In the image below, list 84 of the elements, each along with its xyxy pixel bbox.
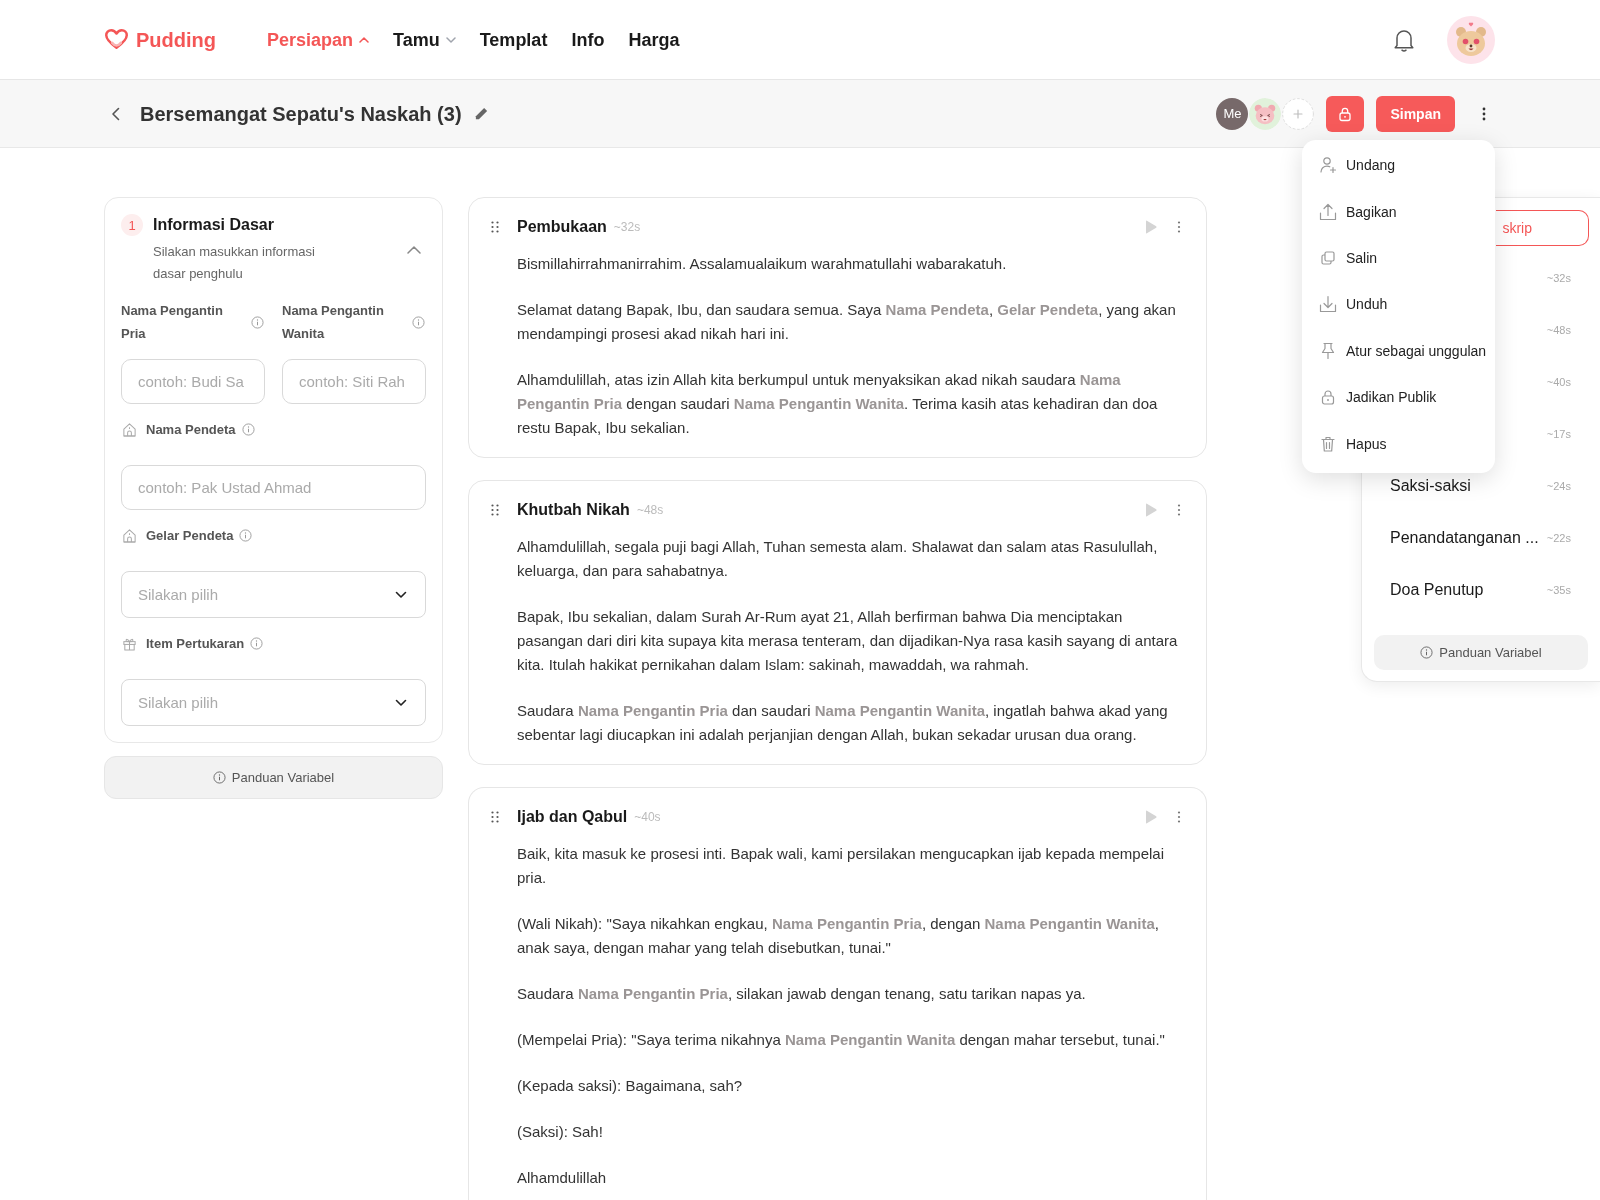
copy-icon	[1319, 248, 1337, 267]
duration-label: ~40s	[634, 810, 661, 824]
duration-label: ~40s	[1546, 376, 1571, 388]
card-title: Khutbah Nikah	[517, 500, 630, 520]
script-paragraph: (Wali Nikah): "Saya nikahkan engkau, Nama Pengantin Pria, dengan Nama Pengantin Wanita, anak saya, dengan mahar yang telah disebutkan, tunai."	[517, 914, 1160, 958]
info-icon	[212, 771, 226, 784]
pin-icon	[1319, 341, 1337, 360]
duration-label: ~35s	[1546, 584, 1571, 596]
user-avatar[interactable]: Me	[1216, 97, 1249, 130]
card-title: Ijab dan Qabul	[517, 807, 628, 827]
menu-item[interactable]: Salin	[1302, 234, 1495, 282]
lock-icon	[1319, 388, 1337, 407]
duration-label: ~48s	[1546, 324, 1571, 336]
info-icon[interactable]	[239, 528, 253, 542]
menu-item[interactable]: Atur sebagai unggulan	[1302, 327, 1495, 374]
script-paragraph: Selamat datang Bapak, Ibu, dan saudara semua. Saya Nama Pendeta, Gelar Pendeta, yang akan mendampingi prosesi akad nikah hari ini.	[517, 300, 1177, 344]
info-icon[interactable]	[241, 422, 255, 436]
field-label: Nama Pengantin Wanita	[282, 302, 385, 343]
script-paragraph: Bismillahirrahmanirrahim. Assalamualaikum warahmatullahi wabarakatuh.	[517, 254, 1008, 274]
text-input[interactable]: contoh: Budi Sa	[121, 359, 265, 404]
nav-link[interactable]: Info	[571, 27, 605, 52]
outline-link[interactable]: Penandatanganan ...	[1390, 529, 1539, 547]
menu-item[interactable]: Hapus	[1302, 420, 1495, 467]
duration-label: ~32s	[1546, 272, 1571, 284]
text-input[interactable]: contoh: Pak Ustad Ahmad	[121, 465, 426, 510]
script-paragraph: Alhamdulillah, atas izin Allah kita berkumpul untuk menyaksikan akad nikah saudara Nama Pengantin Pria dengan saudari Nama Pengantin Wanita. Terima kasih atas kehadiran dan doa restu Bapak, Ibu sekalian.	[517, 370, 1159, 438]
chevron-down-icon	[395, 698, 407, 707]
building-icon	[122, 421, 137, 437]
script-paragraph: (Kepada saksi): Bagaimana, sah?	[517, 1076, 744, 1096]
outline-link[interactable]: Saksi-saksi	[1390, 477, 1471, 495]
script-paragraph: Saudara Nama Pengantin Pria, silakan jawab dengan tenang, satu tarikan napas ya.	[517, 984, 1087, 1004]
script-paragraph: (Saksi): Sah!	[517, 1122, 604, 1142]
outline-link[interactable]: Doa Penutup	[1390, 581, 1484, 599]
field-label: Nama Pendeta	[146, 420, 236, 439]
info-icon[interactable]	[251, 315, 264, 329]
menu-item[interactable]: Bagikan	[1302, 188, 1495, 235]
info-icon[interactable]	[412, 315, 425, 329]
variable-guide-button[interactable]: Panduan Variabel	[104, 756, 443, 799]
duration-label: ~17s	[1546, 428, 1571, 440]
script-paragraph: Alhamdulillah, segala puji bagi Allah, Tuhan semesta alam. Shalawat dan salam atas Rasulullah, keluarga, dan para sahabatnya.	[517, 537, 1159, 581]
nav-link[interactable]: Templat	[479, 27, 548, 52]
lock-icon	[1337, 105, 1354, 122]
menu-item[interactable]: Undang	[1302, 142, 1495, 189]
heart-logo-icon[interactable]	[104, 28, 129, 51]
text-input[interactable]: contoh: Siti Rah	[282, 359, 426, 404]
field-label: Nama Pengantin Pria	[121, 302, 224, 343]
building-icon	[122, 527, 137, 543]
duration-label: ~22s	[1546, 532, 1571, 544]
field-label: Item Pertukaran	[146, 634, 245, 653]
pencil-icon[interactable]	[473, 106, 489, 121]
nav-link[interactable]: Harga	[628, 27, 680, 52]
bear-avatar-icon[interactable]	[1447, 15, 1495, 64]
menu-item[interactable]: Jadikan Publik	[1302, 373, 1495, 421]
person-add-icon	[1319, 156, 1337, 175]
info-icon	[1420, 646, 1434, 659]
section-title: Informasi Dasar	[153, 215, 275, 235]
bear-avatar-icon[interactable]	[1249, 97, 1282, 130]
lock-button[interactable]	[1326, 95, 1365, 132]
field-label: Gelar Pendeta	[146, 526, 234, 545]
section-subtitle: Silakan masukkan informasi dasar penghulu	[153, 243, 316, 283]
script-paragraph: (Mempelai Pria): "Saya terima nikahnya Nama Pengantin Wanita dengan mahar tersebut, tunai."	[517, 1030, 1166, 1050]
script-paragraph: Saudara Nama Pengantin Pria dan saudari Nama Pengantin Wanita, ingatlah bahwa akad yang sebentar lagi diucapkan ini adalah perjanjian dengan Allah, bukan sekadar urusan dua orang.	[517, 701, 1169, 745]
nav-link[interactable]: Tamu	[393, 27, 456, 52]
drag-handle-icon[interactable]	[491, 811, 499, 823]
script-paragraph: Baik, kita masuk ke prosesi inti. Bapak wali, kami persilakan mengucapkan ijab kepada mempelai pria.	[517, 844, 1165, 888]
script-paragraph: Bapak, Ibu sekalian, dalam Surah Ar-Rum ayat 21, Allah berfirman bahwa Dia menciptakan pasangan dari diri kita supaya kita merasa tenteram, dan dijadikan-Nya rasa kasih sayang di antara kita. Itulah hakikat pernikahan dalam Islam: sakinah, mawaddah, wa rahmah.	[517, 607, 1179, 675]
duration-label: ~48s	[636, 503, 664, 517]
chevron-down-icon	[395, 590, 407, 599]
step-number: 1	[121, 214, 143, 236]
script-paragraph: Alhamdulillah	[517, 1168, 608, 1188]
download-icon	[1319, 295, 1337, 314]
menu-item[interactable]: Unduh	[1302, 281, 1495, 328]
trash-icon	[1319, 434, 1337, 453]
chevron-up-icon[interactable]	[407, 246, 421, 254]
card-title: Pembukaan	[517, 217, 607, 237]
more-icon[interactable]	[1482, 106, 1486, 121]
upload-icon	[1319, 202, 1337, 221]
variable-guide-button[interactable]: Panduan Variabel	[1374, 635, 1588, 670]
script-title: Bersemangat Sepatu's Naskah (3)	[140, 101, 462, 127]
duration-label: ~24s	[1546, 480, 1571, 492]
drag-handle-icon[interactable]	[491, 221, 499, 233]
info-icon[interactable]	[250, 636, 264, 650]
duration-label: ~32s	[613, 220, 641, 234]
drag-handle-icon[interactable]	[491, 504, 499, 516]
